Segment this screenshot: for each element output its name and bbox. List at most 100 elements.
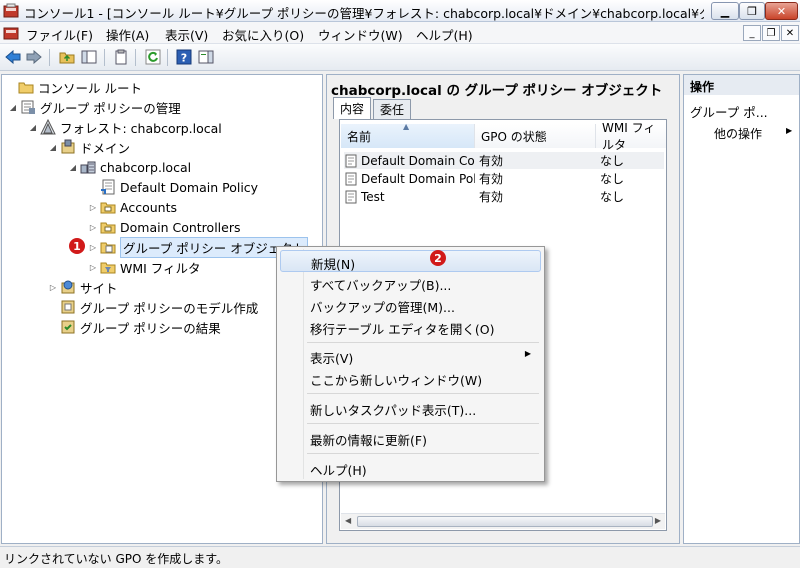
menu-separator [307, 393, 539, 394]
tree-expander[interactable]: ◢ [28, 123, 38, 132]
action-other-actions[interactable]: 他の操作 ▶ [714, 125, 792, 142]
menu-item-label: 表示(V) [310, 351, 354, 366]
toolbar-separator [167, 49, 168, 66]
tree-item-domains[interactable]: ◢ ドメイン [48, 137, 130, 157]
menu-item-new[interactable]: 新規(N) [280, 250, 541, 272]
menu-item-help[interactable]: ヘルプ(H) [280, 457, 541, 479]
tree-expander[interactable]: ▷ [88, 243, 98, 252]
menu-item-manage-backups[interactable]: バックアップの管理(M)... [280, 294, 541, 316]
ou-folder-icon [100, 202, 116, 214]
toolbar-separator [49, 49, 50, 66]
scroll-right-icon[interactable]: ▶ [655, 516, 661, 525]
menu-item-migration-table[interactable]: 移行テーブル エディタを開く(O) [280, 316, 541, 338]
show-hide-tree-icon[interactable] [80, 48, 98, 66]
scrollbar-thumb[interactable] [357, 516, 653, 527]
list-item[interactable]: Default Domain Con... 有効 なし [344, 152, 664, 169]
scroll-left-icon[interactable]: ◀ [345, 516, 351, 525]
gpo-name: Test [361, 189, 385, 204]
menu-item-backup-all[interactable]: すべてバックアップ(B)... [280, 272, 541, 294]
gpo-status: 有効 [479, 154, 504, 168]
column-header-name[interactable]: 名前 ▲ [341, 122, 475, 148]
tree-expander[interactable]: ▷ [88, 263, 98, 272]
gpo-status: 有効 [479, 172, 504, 186]
action-other-label: 他の操作 [714, 127, 763, 141]
mdi-restore-button[interactable]: ❐ [762, 25, 780, 41]
menu-window[interactable]: ウィンドウ(W) [318, 25, 403, 44]
sites-icon [61, 280, 75, 294]
properties-icon[interactable] [112, 48, 130, 66]
column-header-label: 名前 [347, 129, 372, 144]
tree-expander[interactable]: ▷ [88, 203, 98, 212]
folder-icon [18, 82, 34, 94]
tree-expander[interactable]: ◢ [48, 143, 58, 152]
tree-item-label: グループ ポリシーのモデル作成 [80, 300, 259, 316]
ou-folder-icon [100, 222, 116, 234]
wmi-folder-icon [100, 262, 116, 274]
tree-item-label: Accounts [120, 199, 177, 215]
gpo-icon [345, 172, 357, 185]
gpo-name: Default Domain Con... [361, 153, 475, 168]
mdi-minimize-button[interactable]: _ [743, 25, 761, 41]
menu-favorites[interactable]: お気に入り(O) [222, 25, 304, 44]
help-icon[interactable]: ? [175, 48, 193, 66]
tree-item-sites[interactable]: ▷ サイト [48, 277, 118, 297]
tree-item-gp-modeling[interactable]: グループ ポリシーのモデル作成 [48, 297, 258, 317]
list-item[interactable]: Test 有効 なし [344, 188, 664, 205]
column-header-gpo-status[interactable]: GPO の状態 [475, 124, 596, 148]
tree-item-gp-results[interactable]: グループ ポリシーの結果 [48, 317, 221, 337]
menu-file[interactable]: ファイル(F) [26, 25, 93, 44]
gpo-wmi-filter: なし [600, 190, 625, 204]
menu-item-new-window[interactable]: ここから新しいウィンドウ(W) [280, 367, 541, 389]
tab-delegation[interactable]: 委任 [373, 99, 412, 119]
tree-item-default-domain-policy[interactable]: Default Domain Policy [88, 177, 258, 197]
toolbar: ? [0, 44, 800, 71]
menu-view[interactable]: 表示(V) [165, 25, 208, 44]
maximize-button[interactable]: ❐ [739, 2, 765, 20]
list-item[interactable]: Default Domain Poli... 有効 なし [344, 170, 664, 187]
tree-item-wmi-filters[interactable]: ▷ WMI フィルタ [88, 257, 201, 277]
tab-contents[interactable]: 内容 [333, 97, 372, 119]
menu-action[interactable]: 操作(A) [106, 25, 149, 44]
tree-expander[interactable]: ▷ [88, 223, 98, 232]
refresh-icon[interactable] [144, 48, 162, 66]
menu-help[interactable]: ヘルプ(H) [416, 25, 473, 44]
mdi-close-button[interactable]: ✕ [781, 25, 799, 41]
action-pane-header: 操作 [684, 75, 799, 95]
tree-item-forest[interactable]: ◢ フォレスト: chabcorp.local [28, 117, 222, 137]
horizontal-scrollbar[interactable]: ◀ ▶ [341, 513, 665, 529]
close-button[interactable]: ✕ [765, 2, 798, 20]
sort-ascending-icon: ▲ [403, 122, 410, 131]
tree-item-domain-chabcorp[interactable]: ◢ chabcorp.local [68, 157, 191, 177]
console-doc-icon[interactable] [3, 25, 19, 41]
tree-expander[interactable]: ◢ [68, 163, 78, 172]
gpo-icon [345, 154, 357, 167]
gpo-icon [345, 190, 357, 203]
show-action-pane-icon[interactable] [197, 48, 215, 66]
tree-expander[interactable]: ▷ [48, 283, 58, 292]
gpmc-icon [21, 100, 35, 114]
tree-item-label: WMI フィルタ [120, 260, 201, 276]
menu-item-new-taskpad[interactable]: 新しいタスクパッド表示(T)... [280, 397, 541, 419]
tree-expander[interactable]: ◢ [8, 103, 18, 112]
tree-item-console-root[interactable]: コンソール ルート [6, 77, 142, 97]
tree-item-gp-management[interactable]: ◢ グループ ポリシーの管理 [8, 97, 181, 117]
up-folder-icon[interactable] [58, 48, 76, 66]
tree-item-label: ドメイン [80, 140, 131, 156]
forward-arrow-icon[interactable] [25, 48, 43, 66]
menu-item-refresh[interactable]: 最新の情報に更新(F) [280, 427, 541, 449]
back-arrow-icon[interactable] [4, 48, 22, 66]
tree-item-domain-controllers[interactable]: ▷ Domain Controllers [88, 217, 241, 237]
tree-item-label: サイト [80, 280, 118, 296]
menu-separator [307, 342, 539, 343]
action-section-gpo[interactable]: グループ ポ... [684, 99, 799, 121]
window-title: コンソール1 - [コンソール ルート¥グループ ポリシーの管理¥フォレスト: … [24, 6, 704, 21]
gpo-wmi-filter: なし [600, 154, 625, 168]
column-header-wmi-filter[interactable]: WMI フィルタ [596, 121, 666, 152]
step-marker-1: 1 [69, 238, 85, 254]
minimize-button[interactable]: ▁ [711, 2, 739, 20]
gpo-link-icon [101, 179, 115, 195]
gpo-wmi-filter: なし [600, 172, 625, 186]
menu-item-view[interactable]: 表示(V) ▶ [280, 345, 541, 367]
tree-item-accounts[interactable]: ▷ Accounts [88, 197, 177, 217]
title-bar: コンソール1 - [コンソール ルート¥グループ ポリシーの管理¥フォレスト: … [0, 0, 800, 22]
